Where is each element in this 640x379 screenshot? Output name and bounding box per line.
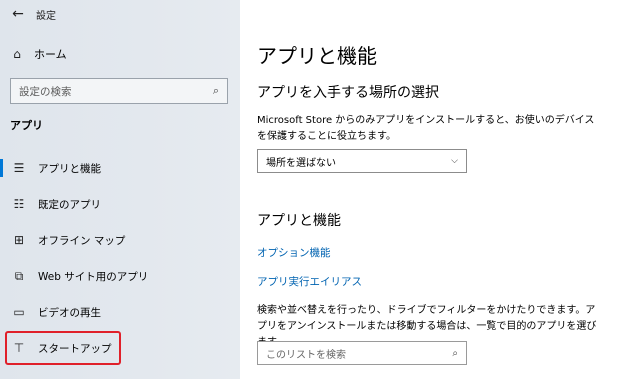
sidebar-item-apps-features[interactable]: ☰ アプリと機能 (0, 150, 240, 186)
settings-search-input[interactable]: 設定の検索 ⌕ (10, 78, 228, 104)
sidebar-item-label: Web サイト用のアプリ (38, 270, 149, 283)
sidebar: ← 設定 ⌂ ホーム 設定の検索 ⌕ アプリ ☰ アプリと機能 ☷ 既定のアプリ… (0, 0, 240, 379)
website-apps-icon: ⧉ (14, 269, 24, 283)
home-nav-item[interactable]: ⌂ ホーム (10, 46, 67, 62)
app-list-search-input[interactable]: このリストを検索 ⌕ (257, 341, 467, 365)
sidebar-nav: ☰ アプリと機能 ☷ 既定のアプリ ⊞ オフライン マップ ⧉ Web サイト用… (0, 150, 240, 366)
sidebar-item-label: オフライン マップ (38, 234, 126, 247)
sidebar-item-label: ビデオの再生 (38, 306, 101, 319)
chevron-down-icon: ⌵ (451, 156, 458, 166)
sidebar-section-title: アプリ (10, 119, 43, 132)
back-arrow-icon[interactable]: ← (0, 6, 36, 22)
sidebar-item-video-playback[interactable]: ▭ ビデオの再生 (0, 294, 240, 330)
sidebar-item-offline-maps[interactable]: ⊞ オフライン マップ (0, 222, 240, 258)
sidebar-item-default-apps[interactable]: ☷ 既定のアプリ (0, 186, 240, 222)
app-execution-aliases-link[interactable]: アプリ実行エイリアス (257, 274, 362, 289)
app-source-value: 場所を選ばない (266, 157, 336, 169)
main-content: アプリと機能 アプリを入手する場所の選択 Microsoft Store からの… (240, 0, 640, 379)
page-title: アプリと機能 (257, 44, 377, 68)
sidebar-item-apps-for-websites[interactable]: ⧉ Web サイト用のアプリ (0, 258, 240, 294)
search-icon: ⌕ (452, 347, 458, 359)
features-heading: アプリと機能 (257, 213, 341, 229)
home-icon: ⌂ (13, 47, 21, 61)
sidebar-item-label: 既定のアプリ (38, 198, 101, 211)
home-label: ホーム (34, 48, 67, 61)
optional-features-link[interactable]: オプション機能 (257, 245, 331, 260)
app-list-search-placeholder: このリストを検索 (266, 349, 346, 361)
sidebar-item-label: アプリと機能 (38, 162, 101, 175)
window-title: 設定 (36, 10, 56, 22)
settings-search-placeholder: 設定の検索 (19, 85, 72, 98)
default-apps-icon: ☷ (13, 197, 25, 211)
video-icon: ▭ (13, 305, 25, 319)
title-bar: ← 設定 (0, 0, 240, 28)
list-icon: ☰ (13, 161, 25, 175)
source-description: Microsoft Store からのみアプリをインストールすると、お使いのデバ… (257, 115, 595, 142)
map-icon: ⊞ (13, 233, 25, 247)
search-icon: ⌕ (212, 84, 219, 97)
sidebar-item-startup[interactable]: ⊤ スタートアップ (4, 330, 122, 366)
sidebar-item-label: スタートアップ (38, 342, 112, 355)
app-source-dropdown[interactable]: 場所を選ばない ⌵ (257, 149, 467, 173)
source-heading: アプリを入手する場所の選択 (257, 85, 439, 101)
startup-icon: ⊤ (13, 341, 25, 355)
